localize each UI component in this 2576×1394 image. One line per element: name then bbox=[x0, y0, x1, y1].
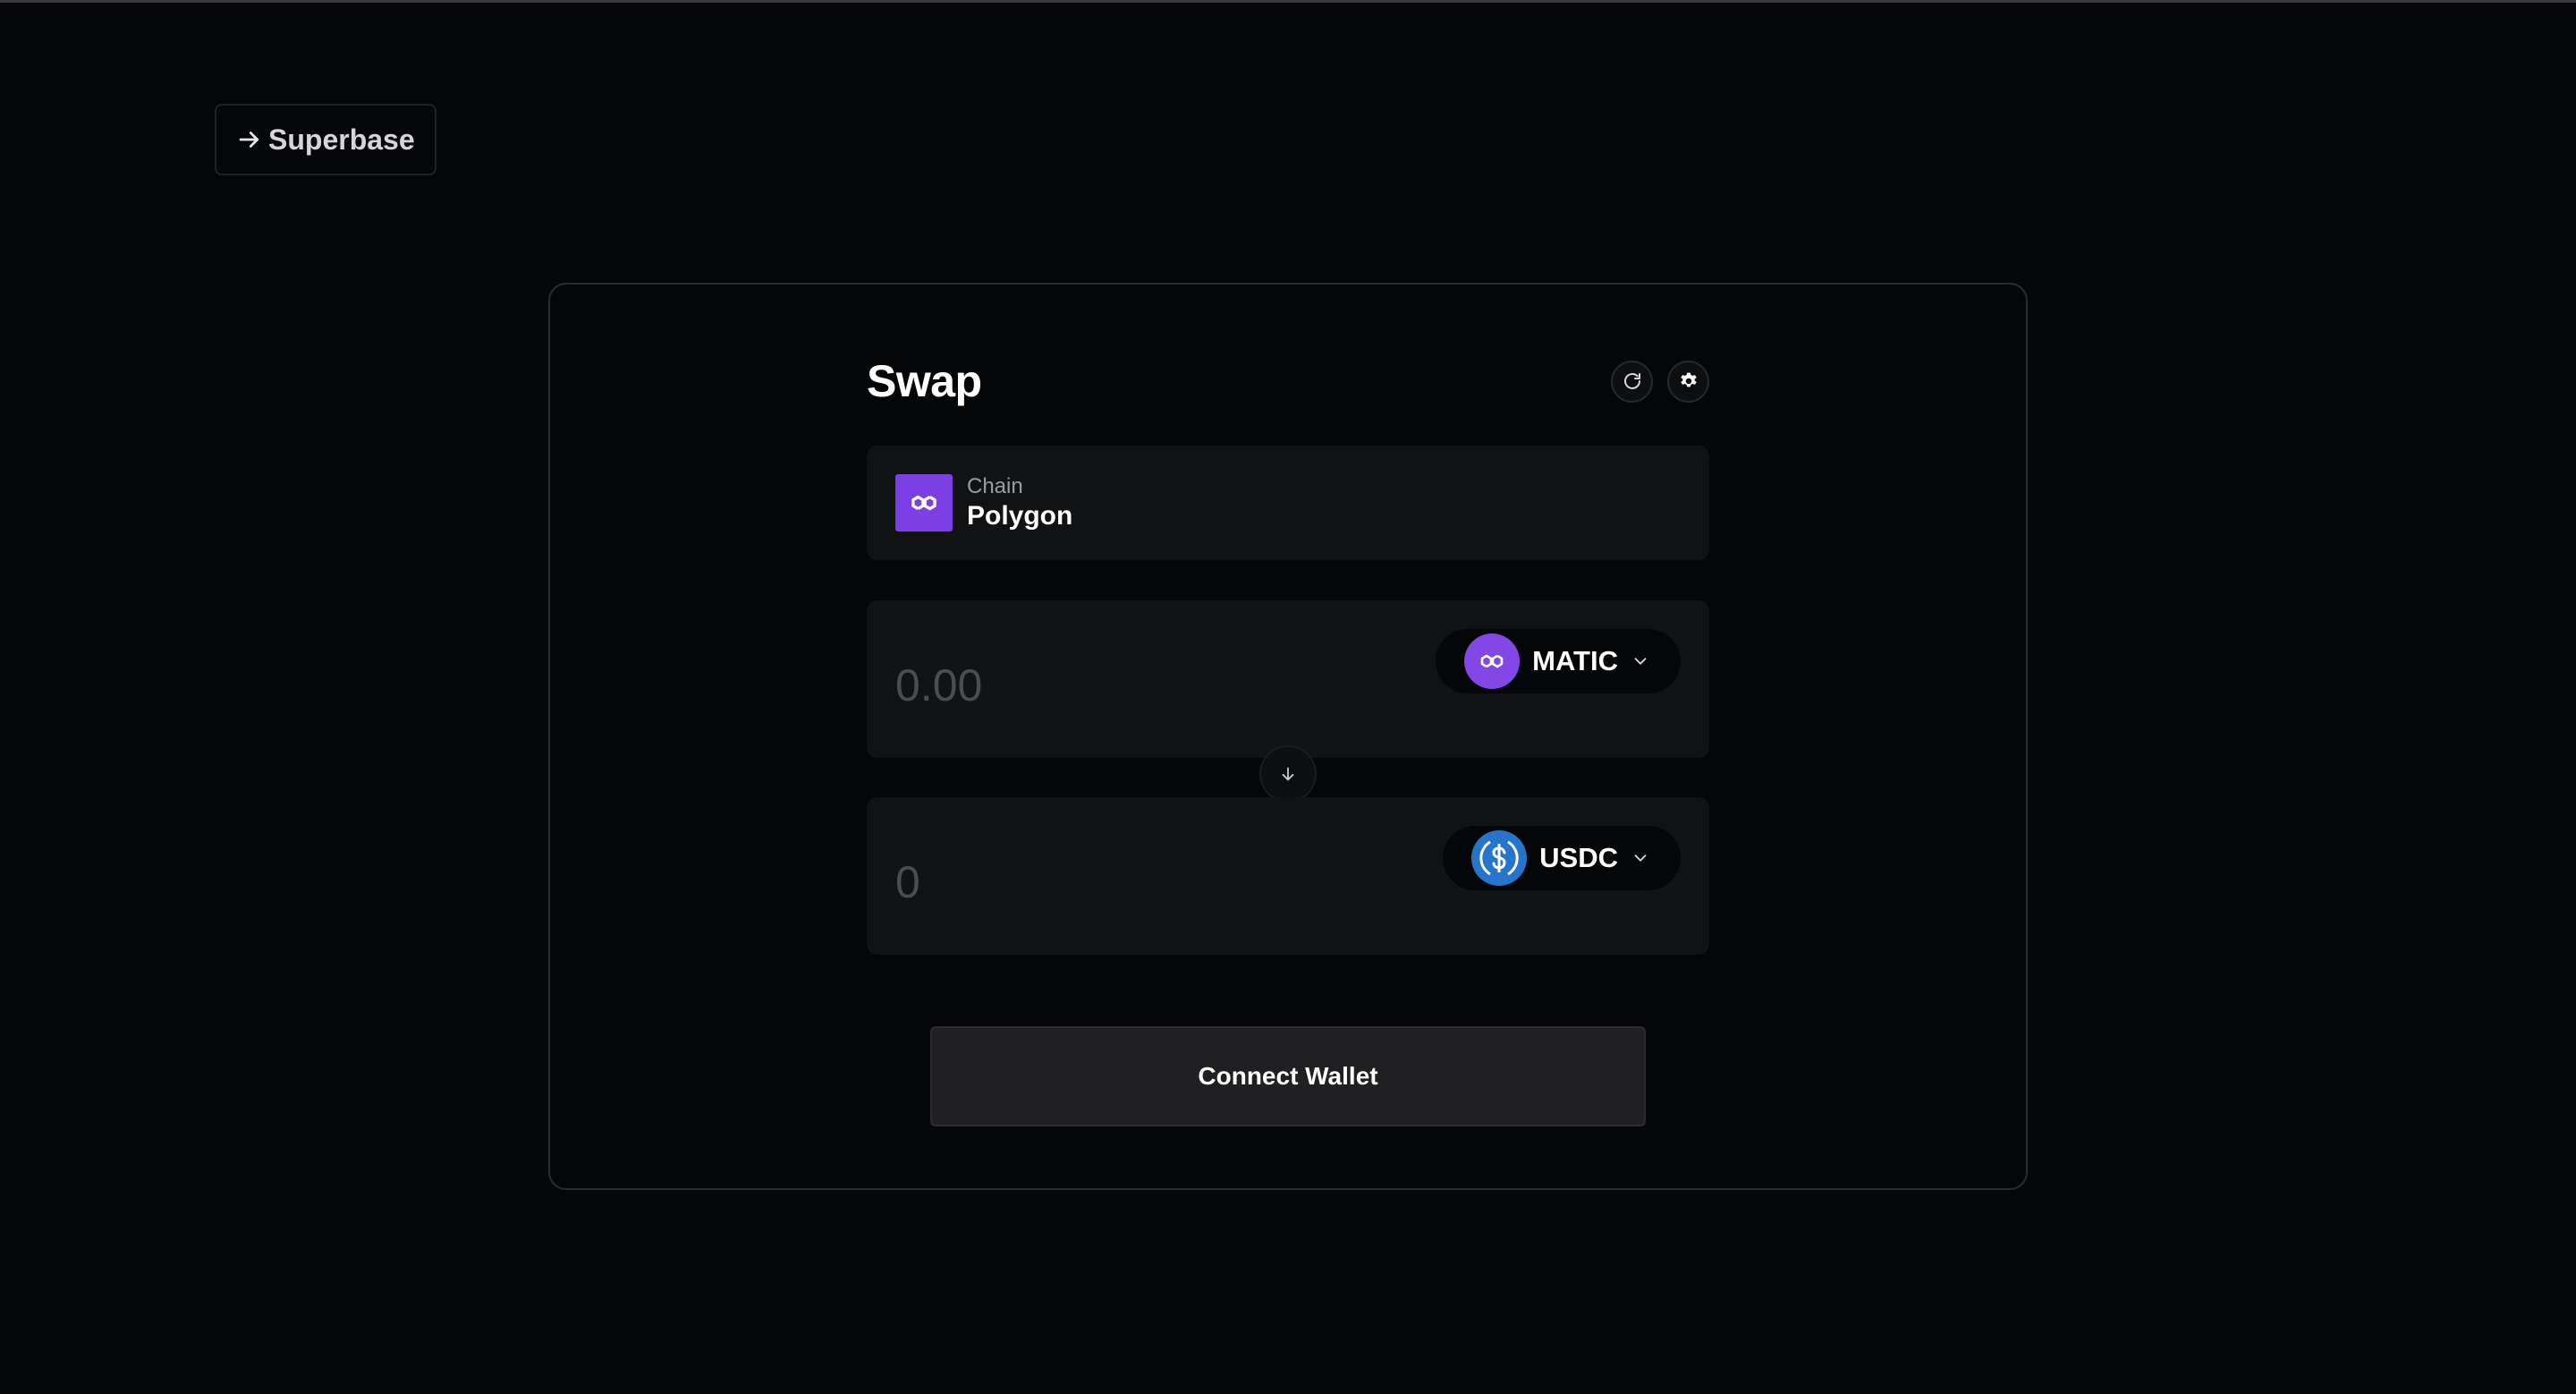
refresh-button[interactable] bbox=[1611, 360, 1653, 403]
back-to-superbase-link[interactable]: Superbase bbox=[215, 104, 436, 175]
refresh-icon bbox=[1623, 373, 1640, 389]
from-token-selector[interactable]: MATIC bbox=[1436, 629, 1681, 693]
from-token-label: MATIC bbox=[1532, 645, 1618, 676]
arrow-right-icon bbox=[239, 132, 259, 148]
chain-name: Polygon bbox=[967, 500, 1073, 531]
chevron-down-icon bbox=[1634, 854, 1647, 862]
chain-caption: Chain bbox=[967, 474, 1023, 499]
chevron-down-icon bbox=[1634, 658, 1647, 665]
page-title: Swap bbox=[867, 356, 982, 406]
settings-button[interactable] bbox=[1667, 360, 1709, 403]
back-link-label: Superbase bbox=[268, 123, 415, 156]
arrow-down-icon bbox=[1282, 767, 1294, 781]
polygon-logo-icon bbox=[895, 474, 953, 531]
to-amount-value: 0 bbox=[895, 857, 920, 907]
usdc-logo-icon bbox=[1471, 830, 1528, 886]
to-token-selector[interactable]: USDC bbox=[1443, 826, 1681, 890]
connect-wallet-button[interactable]: Connect Wallet bbox=[930, 1026, 1646, 1126]
from-amount-panel: MATIC bbox=[867, 600, 1709, 758]
gear-icon bbox=[1680, 372, 1697, 387]
switch-tokens-button[interactable] bbox=[1259, 745, 1317, 803]
chain-info: Chain Polygon bbox=[967, 474, 1073, 531]
header-actions bbox=[1611, 360, 1709, 403]
swap-header: Swap bbox=[867, 352, 1709, 411]
chain-selector[interactable]: Chain Polygon bbox=[867, 446, 1709, 560]
swap-panel: Swap Chain Polygon 0.00 MATIC 0 USDC Con… bbox=[867, 352, 1709, 1126]
app-root: Superbase Swap Chain Polygon 0.00 MATIC … bbox=[0, 0, 2576, 1394]
to-token-label: USDC bbox=[1539, 842, 1618, 873]
from-amount-input[interactable] bbox=[895, 659, 1343, 711]
to-amount-panel: 0 USDC bbox=[867, 797, 1709, 955]
matic-logo-icon bbox=[1464, 633, 1521, 689]
